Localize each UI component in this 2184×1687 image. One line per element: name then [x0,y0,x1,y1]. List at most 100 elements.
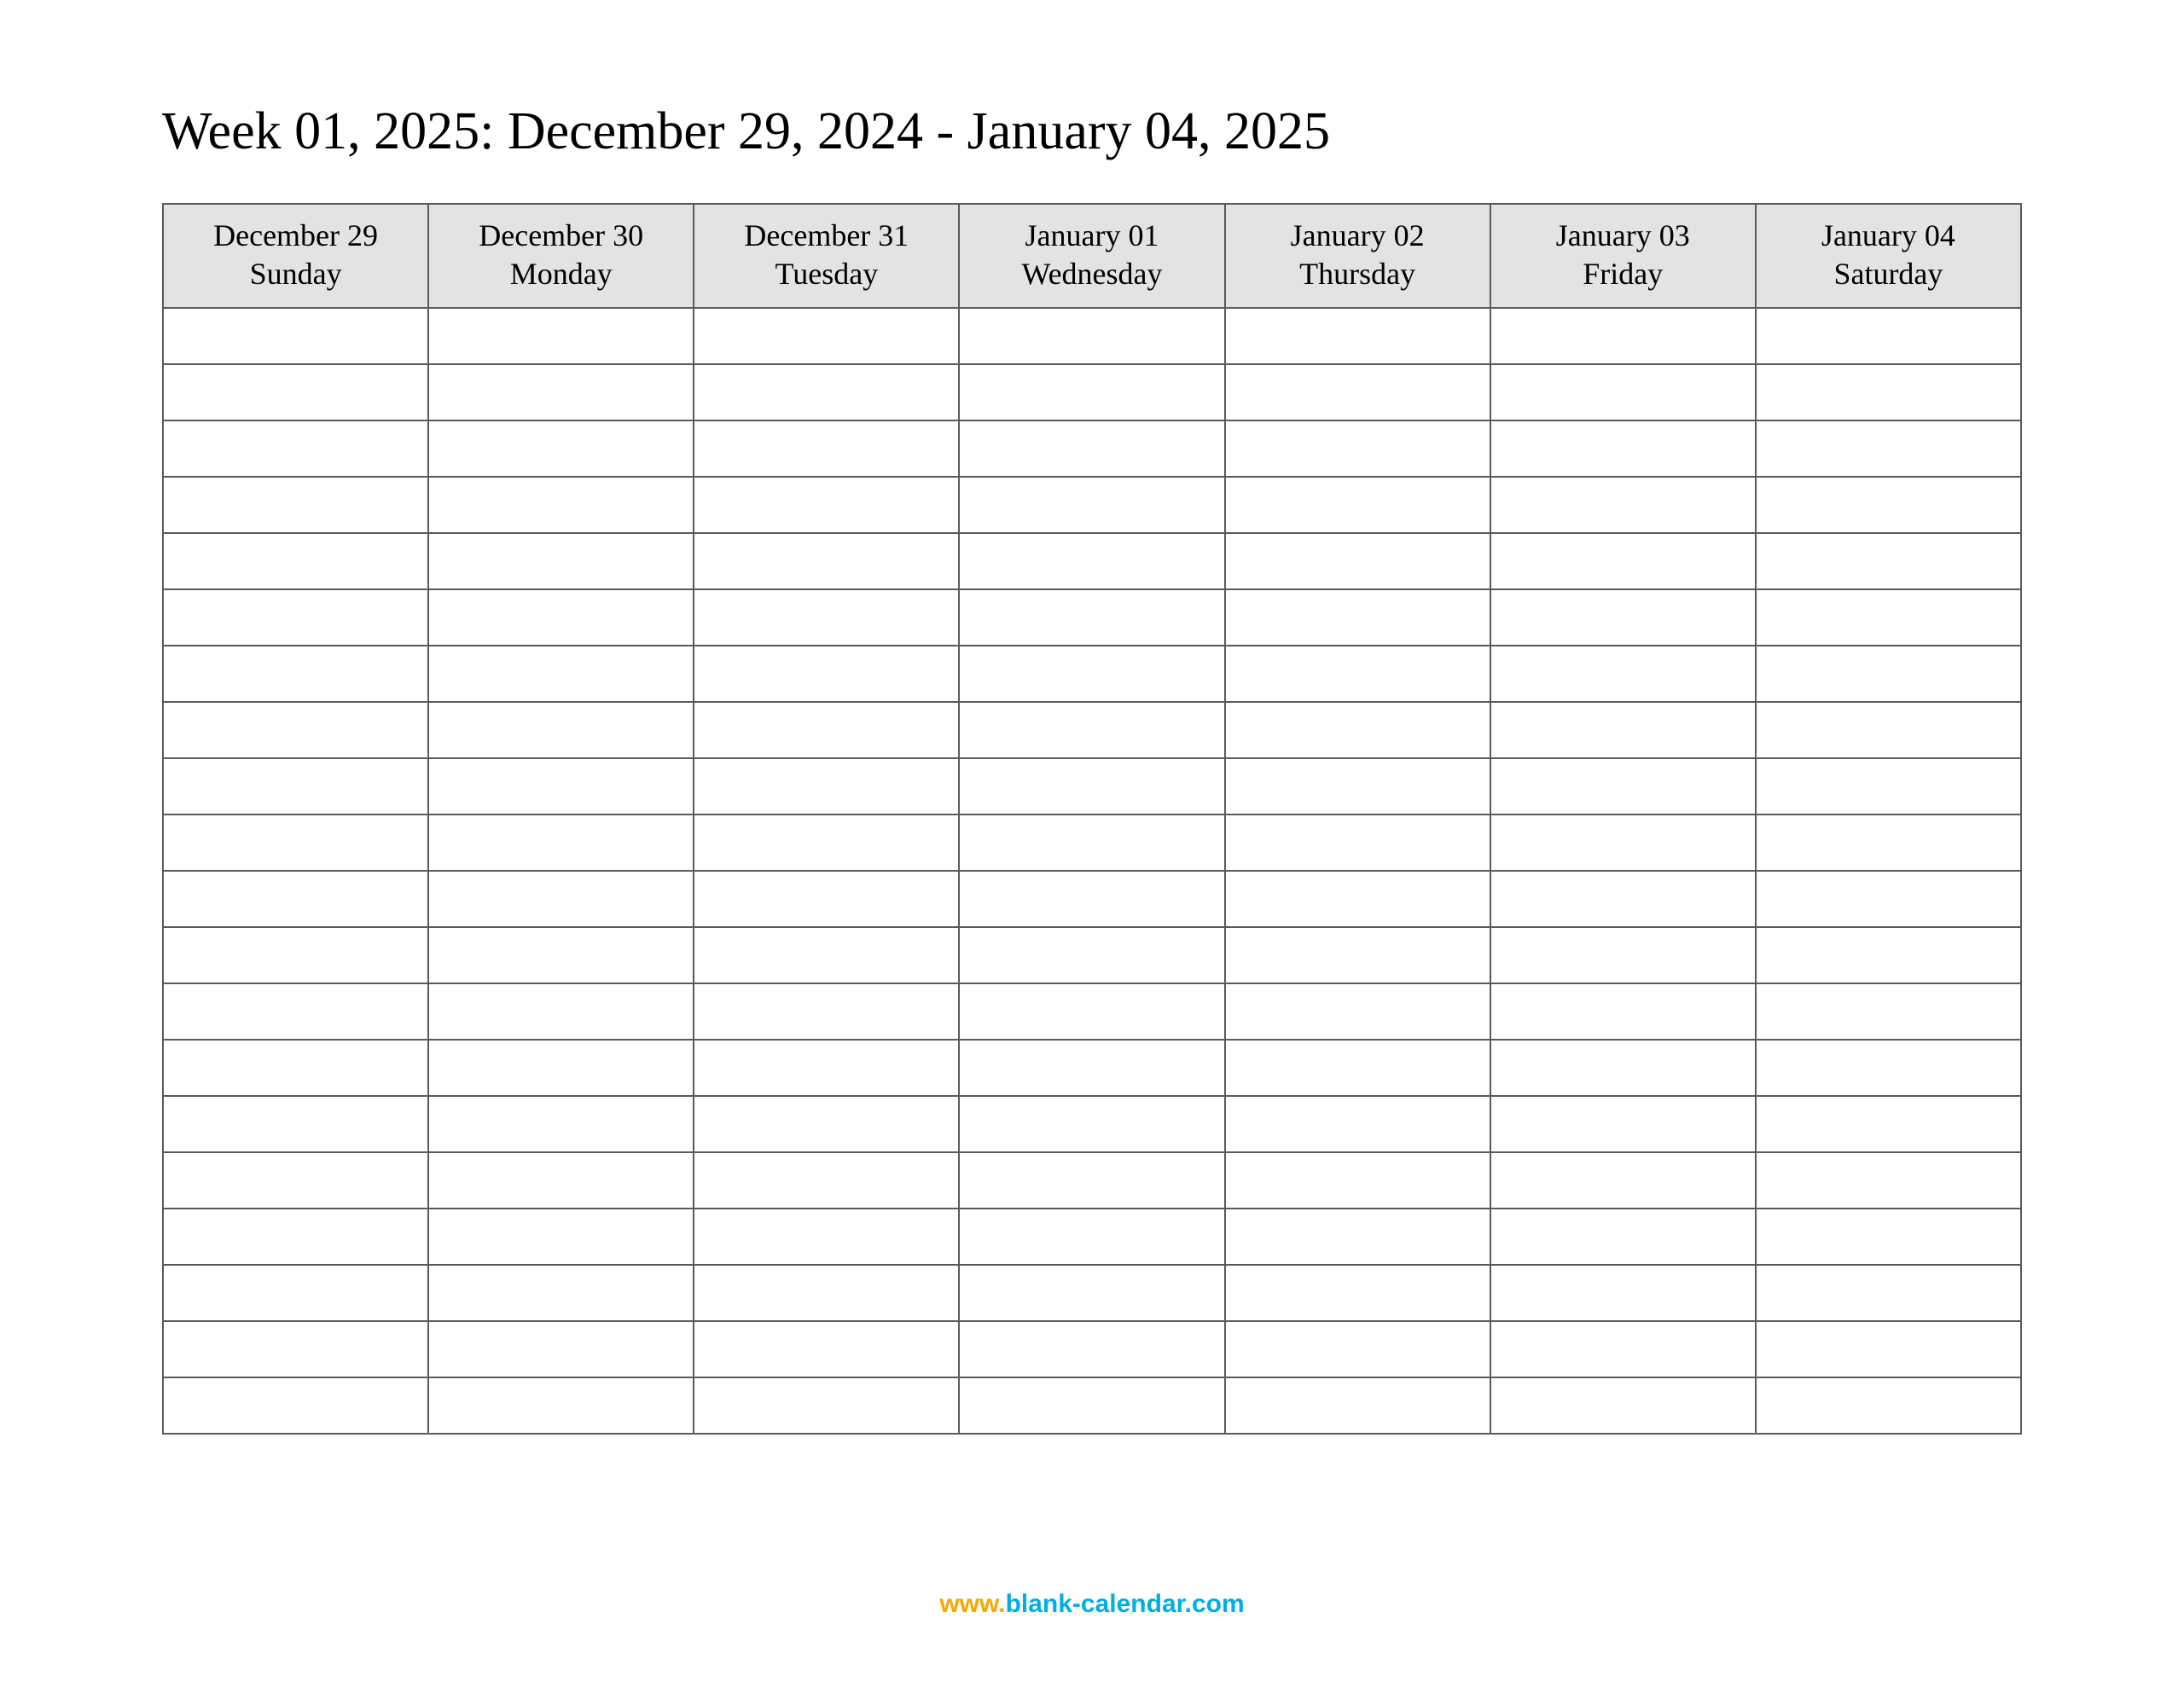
calendar-cell[interactable] [1225,1321,1490,1377]
calendar-cell[interactable] [1756,1209,2021,1265]
calendar-cell[interactable] [1225,364,1490,420]
calendar-cell[interactable] [694,533,959,589]
calendar-cell[interactable] [163,477,428,533]
calendar-cell[interactable] [1756,871,2021,927]
calendar-cell[interactable] [1490,702,1756,758]
calendar-cell[interactable] [428,1321,694,1377]
calendar-cell[interactable] [959,927,1224,983]
calendar-cell[interactable] [1490,589,1756,646]
calendar-cell[interactable] [428,1152,694,1209]
calendar-cell[interactable] [163,702,428,758]
calendar-cell[interactable] [1225,758,1490,815]
calendar-cell[interactable] [163,1040,428,1096]
calendar-cell[interactable] [959,1209,1224,1265]
calendar-cell[interactable] [1490,927,1756,983]
calendar-cell[interactable] [1490,308,1756,364]
calendar-cell[interactable] [694,589,959,646]
calendar-cell[interactable] [694,1096,959,1152]
calendar-cell[interactable] [694,1377,959,1434]
calendar-cell[interactable] [1756,1265,2021,1321]
calendar-cell[interactable] [163,758,428,815]
calendar-cell[interactable] [694,1265,959,1321]
calendar-cell[interactable] [1225,1265,1490,1321]
calendar-cell[interactable] [959,815,1224,871]
calendar-cell[interactable] [1490,1040,1756,1096]
calendar-cell[interactable] [428,308,694,364]
calendar-cell[interactable] [1225,1152,1490,1209]
calendar-cell[interactable] [428,477,694,533]
calendar-cell[interactable] [1225,420,1490,477]
calendar-cell[interactable] [163,308,428,364]
calendar-cell[interactable] [163,1377,428,1434]
calendar-cell[interactable] [959,533,1224,589]
calendar-cell[interactable] [428,533,694,589]
calendar-cell[interactable] [1225,1209,1490,1265]
calendar-cell[interactable] [1490,815,1756,871]
calendar-cell[interactable] [1756,589,2021,646]
calendar-cell[interactable] [1756,477,2021,533]
calendar-cell[interactable] [1490,364,1756,420]
calendar-cell[interactable] [1490,1096,1756,1152]
calendar-cell[interactable] [163,1096,428,1152]
calendar-cell[interactable] [959,1377,1224,1434]
calendar-cell[interactable] [428,702,694,758]
calendar-cell[interactable] [1225,477,1490,533]
calendar-cell[interactable] [1225,927,1490,983]
calendar-cell[interactable] [1756,308,2021,364]
calendar-cell[interactable] [1490,420,1756,477]
calendar-cell[interactable] [959,646,1224,702]
calendar-cell[interactable] [1756,420,2021,477]
calendar-cell[interactable] [959,477,1224,533]
calendar-cell[interactable] [1756,1152,2021,1209]
calendar-cell[interactable] [694,871,959,927]
calendar-cell[interactable] [428,646,694,702]
calendar-cell[interactable] [959,1152,1224,1209]
calendar-cell[interactable] [428,1377,694,1434]
calendar-cell[interactable] [428,815,694,871]
calendar-cell[interactable] [1225,1040,1490,1096]
calendar-cell[interactable] [1490,1152,1756,1209]
calendar-cell[interactable] [1756,927,2021,983]
calendar-cell[interactable] [1756,1096,2021,1152]
calendar-cell[interactable] [1756,1321,2021,1377]
calendar-cell[interactable] [163,1265,428,1321]
calendar-cell[interactable] [694,702,959,758]
calendar-cell[interactable] [428,871,694,927]
calendar-cell[interactable] [1225,1377,1490,1434]
calendar-cell[interactable] [694,477,959,533]
calendar-cell[interactable] [959,1040,1224,1096]
calendar-cell[interactable] [694,758,959,815]
calendar-cell[interactable] [163,927,428,983]
calendar-cell[interactable] [428,1096,694,1152]
footer-link[interactable]: www.blank-calendar.com [162,1590,2022,1636]
calendar-cell[interactable] [1490,1321,1756,1377]
calendar-cell[interactable] [1490,871,1756,927]
calendar-cell[interactable] [1756,533,2021,589]
calendar-cell[interactable] [428,1040,694,1096]
calendar-cell[interactable] [1756,1040,2021,1096]
calendar-cell[interactable] [694,1209,959,1265]
calendar-cell[interactable] [1225,1096,1490,1152]
calendar-cell[interactable] [163,646,428,702]
calendar-cell[interactable] [1490,1377,1756,1434]
calendar-cell[interactable] [428,589,694,646]
calendar-cell[interactable] [428,927,694,983]
calendar-cell[interactable] [163,1209,428,1265]
calendar-cell[interactable] [1490,1265,1756,1321]
calendar-cell[interactable] [1225,646,1490,702]
calendar-cell[interactable] [428,983,694,1040]
calendar-cell[interactable] [1225,533,1490,589]
calendar-cell[interactable] [1756,702,2021,758]
calendar-cell[interactable] [959,420,1224,477]
calendar-cell[interactable] [163,1152,428,1209]
calendar-cell[interactable] [428,758,694,815]
calendar-cell[interactable] [959,702,1224,758]
calendar-cell[interactable] [1756,758,2021,815]
calendar-cell[interactable] [1490,758,1756,815]
calendar-cell[interactable] [1756,364,2021,420]
calendar-cell[interactable] [428,1265,694,1321]
calendar-cell[interactable] [1490,646,1756,702]
calendar-cell[interactable] [428,364,694,420]
calendar-cell[interactable] [163,589,428,646]
calendar-cell[interactable] [959,308,1224,364]
